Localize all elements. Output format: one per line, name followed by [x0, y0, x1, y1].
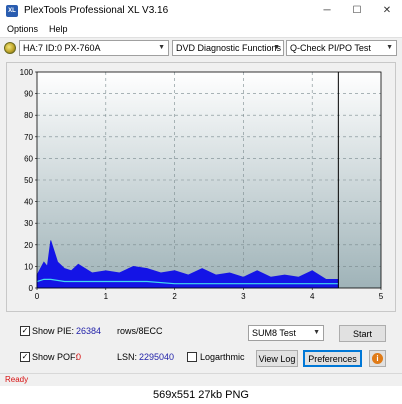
minimize-button[interactable]: ─ — [312, 0, 342, 21]
toolbar: HA:7 ID:0 PX-760A ▼ DVD Diagnostic Funct… — [0, 37, 402, 57]
close-button[interactable]: ✕ — [372, 0, 402, 21]
y-tick-label: 70 — [24, 133, 33, 142]
y-tick-label: 30 — [24, 219, 33, 228]
function-select-value: DVD Diagnostic Functions — [176, 43, 282, 53]
y-tick-label: 90 — [24, 90, 33, 99]
chart-frame: 0 10 20 30 40 50 60 70 80 90 100 0 1 2 3 4 5 — [6, 62, 396, 312]
drive-select[interactable]: HA:7 ID:0 PX-760A ▼ — [19, 40, 169, 56]
x-tick-label: 0 — [35, 292, 40, 301]
show-pof-label: Show POF: — [32, 352, 79, 362]
y-tick-label: 80 — [24, 111, 33, 120]
y-tick-label: 20 — [24, 241, 33, 250]
logarithmic-label: Logarthmic — [200, 352, 245, 362]
pie-row: ✓ Show PIE: 26384 rows/8ECC SUM8 Test ▼ … — [0, 322, 402, 342]
y-tick-label: 10 — [24, 262, 33, 271]
chevron-down-icon: ▼ — [313, 329, 320, 336]
lsn-label: LSN: — [117, 352, 138, 362]
y-tick-label: 0 — [29, 284, 34, 293]
pie-unit: rows/8ECC — [117, 326, 163, 336]
maximize-button[interactable]: ☐ — [342, 0, 372, 21]
show-pof-checkbox[interactable]: ✓ — [20, 352, 30, 362]
x-tick-label: 2 — [172, 292, 177, 301]
close-icon: ✕ — [382, 5, 392, 16]
y-tick-label: 40 — [24, 198, 33, 207]
logarithmic-checkbox[interactable] — [187, 352, 197, 362]
x-tick-label: 3 — [241, 292, 246, 301]
maximize-icon: ☐ — [352, 5, 362, 16]
title-bar: XL PlexTools Professional XL V3.16 ─ ☐ ✕ — [0, 0, 402, 21]
plot-area — [37, 72, 381, 288]
pie-value: 26384 — [76, 326, 102, 336]
test-mode-select[interactable]: SUM8 Test ▼ — [248, 325, 324, 341]
test-mode-value: SUM8 Test — [252, 328, 296, 338]
minimize-icon: ─ — [323, 5, 331, 16]
chevron-down-icon: ▼ — [386, 44, 393, 51]
chevron-down-icon: ▼ — [273, 44, 280, 51]
preferences-button[interactable]: Preferences — [303, 350, 362, 367]
function-select[interactable]: DVD Diagnostic Functions ▼ — [172, 40, 284, 56]
disc-drive-icon — [4, 42, 16, 54]
status-bar: Ready — [0, 373, 402, 386]
info-icon: i — [372, 353, 383, 364]
app-logo-icon: XL — [6, 4, 18, 17]
chevron-down-icon: ▼ — [158, 44, 165, 51]
pof-value: 0 — [76, 352, 82, 362]
window-title: PlexTools Professional XL V3.16 — [24, 5, 169, 16]
pi-po-chart: 0 10 20 30 40 50 60 70 80 90 100 0 1 2 3 4 5 — [20, 68, 384, 301]
show-pie-checkbox[interactable]: ✓ — [20, 326, 30, 336]
menu-help[interactable]: Help — [49, 24, 68, 34]
y-tick-label: 60 — [24, 154, 33, 163]
status-text: Ready — [5, 375, 29, 384]
x-tick-label: 5 — [379, 292, 384, 301]
y-tick-label: 50 — [24, 176, 33, 185]
y-tick-label: 100 — [20, 68, 34, 77]
window-controls: ─ ☐ ✕ — [312, 0, 402, 21]
test-select-value: Q-Check PI/PO Test — [290, 43, 371, 53]
x-tick-label: 1 — [104, 292, 109, 301]
image-caption: 569x551 27kb PNG — [0, 386, 402, 404]
menu-bar: Options Help — [0, 21, 402, 36]
drive-select-value: HA:7 ID:0 PX-760A — [23, 43, 101, 53]
pof-row: ✓ Show POF: 0 LSN: 2295040 Logarthmic Vi… — [0, 348, 402, 368]
start-button[interactable]: Start — [339, 325, 386, 342]
view-log-button[interactable]: View Log — [256, 350, 298, 367]
controls-panel: ✓ Show PIE: 26384 rows/8ECC SUM8 Test ▼ … — [0, 318, 402, 373]
x-tick-label: 4 — [310, 292, 315, 301]
lsn-value: 2295040 — [139, 352, 175, 362]
test-select[interactable]: Q-Check PI/PO Test ▼ — [286, 40, 397, 56]
menu-options[interactable]: Options — [7, 24, 38, 34]
info-button[interactable]: i — [369, 350, 386, 367]
show-pie-label: Show PIE: — [32, 326, 75, 336]
